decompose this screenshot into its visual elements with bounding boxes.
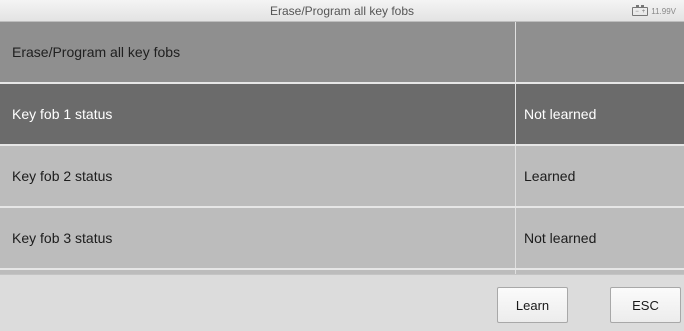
row-value: Not learned [515, 208, 684, 268]
learn-button[interactable]: Learn [497, 287, 568, 323]
row-label: Key fob 2 status [12, 168, 113, 184]
header-value [515, 22, 684, 82]
page-title: Erase/Program all key fobs [269, 4, 415, 18]
title-bar: Erase/Program all key fobs − + 11.99V [0, 0, 684, 22]
row-value: Learned [515, 146, 684, 206]
row-label: Key fob 1 status [12, 106, 113, 122]
bottom-toolbar: Learn ESC [0, 274, 684, 331]
table-row-key-fob-3[interactable]: Key fob 3 status Not learned [0, 208, 684, 270]
row-label: Key fob 3 status [12, 230, 113, 246]
battery-voltage: 11.99V [651, 6, 676, 16]
diagnostic-screen: Erase/Program all key fobs − + 11.99V Era… [0, 0, 684, 331]
table-row-key-fob-2[interactable]: Key fob 2 status Learned [0, 146, 684, 208]
battery-icon: − + [632, 4, 649, 16]
row-value: Not learned [515, 84, 684, 144]
esc-button[interactable]: ESC [610, 287, 681, 323]
battery-status: − + 11.99V [632, 4, 676, 17]
key-fob-table: Erase/Program all key fobs Key fob 1 sta… [0, 22, 684, 274]
header-label: Erase/Program all key fobs [12, 44, 181, 60]
table-header-row: Erase/Program all key fobs [0, 22, 684, 84]
table-row-key-fob-1[interactable]: Key fob 1 status Not learned [0, 84, 684, 146]
